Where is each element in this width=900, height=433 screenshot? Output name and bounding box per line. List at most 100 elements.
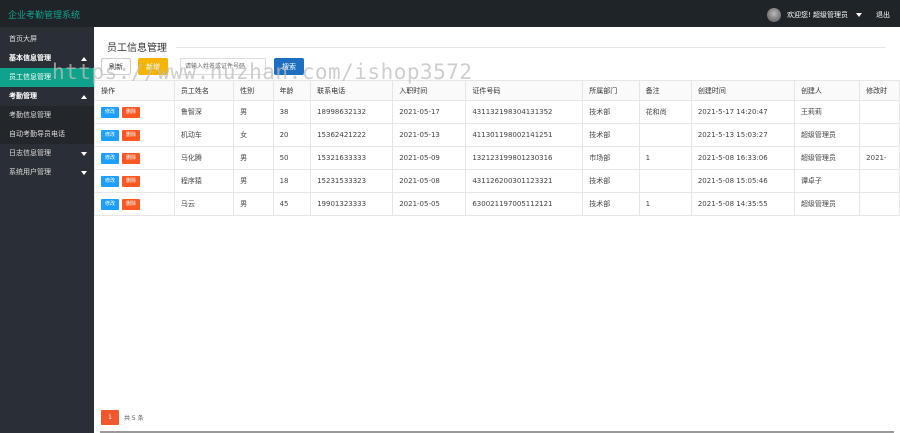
cell-gender: 男	[233, 169, 274, 193]
employee-table: 操作 员工姓名 性别 年龄 联系电话 入职时间 证件号码 所属部门 备注 创建时…	[94, 80, 900, 216]
cell-department: 技术部	[582, 192, 640, 216]
avatar[interactable]	[766, 8, 781, 22]
cell-id-number: 411301198002141251	[465, 123, 584, 147]
table-header-row: 操作 员工姓名 性别 年龄 联系电话 入职时间 证件号码 所属部门 备注 创建时…	[94, 80, 900, 101]
cell-remark: 1	[638, 192, 692, 216]
edit-button[interactable]: 修改	[101, 175, 120, 187]
cell-id-number: 132123199801230316	[465, 146, 584, 170]
chevron-up-icon	[81, 95, 87, 99]
cell-hire-date: 2021-05-08	[392, 169, 467, 193]
cell-gender: 男	[233, 146, 274, 170]
cell-creator: 超级管理员	[793, 146, 861, 170]
search-input[interactable]	[180, 58, 266, 75]
sidebar-item-label[interactable]: 考勤信息管理	[9, 111, 51, 119]
cell-department: 技术部	[582, 123, 640, 147]
cell-created-at: 2021-5-08 14:35:55	[690, 192, 795, 216]
table-row[interactable]: 修改 删除 马化腾 男 50 15321633333 2021-05-09 132…	[94, 146, 900, 170]
cell-hire-date: 2021-05-09	[392, 146, 467, 170]
sidebar-item-attendance-info[interactable]: 考勤信息管理	[0, 106, 94, 125]
page-button-current[interactable]: 1	[101, 410, 119, 425]
edit-button[interactable]: 修改	[101, 152, 120, 164]
delete-button[interactable]: 删除	[122, 129, 141, 141]
delete-button[interactable]: 删除	[122, 152, 141, 164]
cell-remark: 花和尚	[638, 100, 692, 124]
total-count: 共 5 条	[124, 415, 144, 422]
cell-hire-date: 2021-05-17	[392, 100, 467, 124]
user-menu[interactable]: 欢迎您! 超级管理员 退出	[766, 8, 890, 22]
sidebar-item-employee-info[interactable]: 员工信息管理	[0, 68, 94, 87]
table-row[interactable]: 修改 删除 程序猿 男 18 15231533323 2021-05-08 431…	[94, 169, 900, 193]
cell-phone: 19901323333	[310, 192, 394, 216]
cell-gender: 男	[233, 100, 274, 124]
sidebar-item-label[interactable]: 员工信息管理	[9, 73, 51, 81]
sidebar-item-auto-attendance[interactable]: 自动考勤导员电话	[0, 125, 94, 144]
sidebar-item-label[interactable]: 日志信息管理	[9, 149, 51, 157]
cell-age: 18	[272, 169, 312, 193]
column-header[interactable]: 操作	[94, 80, 175, 101]
cell-hire-date: 2021-05-05	[392, 192, 467, 216]
search-button[interactable]: 搜索	[274, 58, 304, 75]
cell-gender: 女	[233, 123, 274, 147]
sidebar-item-label[interactable]: 自动考勤导员电话	[9, 130, 65, 138]
add-button[interactable]: 新增	[138, 58, 168, 75]
sidebar-item-label[interactable]: 基本信息管理	[9, 54, 51, 62]
delete-button[interactable]: 删除	[122, 175, 141, 187]
cell-modified-at	[859, 123, 900, 147]
delete-button[interactable]: 删除	[122, 106, 141, 118]
chevron-down-icon	[81, 171, 87, 175]
cell-phone: 15231533323	[310, 169, 394, 193]
sidebar-group-logs[interactable]: 日志信息管理	[0, 144, 94, 163]
chevron-up-icon	[81, 57, 87, 61]
column-header[interactable]: 创建人	[793, 80, 861, 101]
sidebar: 首页大屏 基本信息管理 员工信息管理 考勤管理 考勤信息管理 自动考勤导员电话 …	[0, 27, 94, 433]
column-header[interactable]: 性别	[233, 80, 274, 101]
top-bar: 企业考勤管理系统 欢迎您! 超级管理员 退出	[0, 0, 900, 27]
edit-button[interactable]: 修改	[101, 106, 120, 118]
cell-created-at: 2021-5-17 14:20:47	[690, 100, 795, 124]
title-divider	[176, 47, 886, 48]
table-row[interactable]: 修改 删除 鲁智深 男 38 18998632132 2021-05-17 431…	[94, 100, 900, 124]
sidebar-group-system-users[interactable]: 系统用户管理	[0, 163, 94, 182]
cell-modified-at: 2021-	[859, 146, 900, 170]
sidebar-item-dashboard[interactable]: 首页大屏	[0, 30, 94, 49]
column-header[interactable]: 员工姓名	[173, 80, 235, 101]
row-actions: 修改 删除	[94, 169, 175, 193]
cell-remark	[638, 123, 692, 147]
column-header[interactable]: 创建时间	[690, 80, 795, 101]
cell-phone: 18998632132	[310, 100, 394, 124]
cell-name: 鲁智深	[173, 100, 235, 124]
sidebar-item-label[interactable]: 考勤管理	[9, 92, 37, 100]
cell-creator: 王莉莉	[793, 100, 861, 124]
chevron-down-icon[interactable]	[856, 13, 862, 17]
cell-name: 马化腾	[173, 146, 235, 170]
column-header[interactable]: 修改时	[859, 80, 900, 101]
cell-department: 技术部	[582, 100, 640, 124]
sidebar-group-basic-info[interactable]: 基本信息管理	[0, 49, 94, 68]
column-header[interactable]: 年龄	[272, 80, 312, 101]
column-header[interactable]: 所属部门	[582, 80, 640, 101]
logout-link[interactable]: 退出	[876, 10, 890, 20]
sidebar-item-label[interactable]: 首页大屏	[9, 35, 37, 43]
cell-name: 程序猿	[173, 169, 235, 193]
row-actions: 修改 删除	[94, 192, 175, 216]
table-row[interactable]: 修改 删除 机动车 女 20 15362421222 2021-05-13 411…	[94, 123, 900, 147]
main-content: 员工信息管理 刷新 新增 搜索 操作 员工姓名 性别 年龄 联系电话 入职时间 …	[94, 27, 900, 433]
welcome-text[interactable]: 欢迎您! 超级管理员	[787, 10, 848, 20]
column-header[interactable]: 联系电话	[310, 80, 394, 101]
chevron-down-icon	[81, 152, 87, 156]
edit-button[interactable]: 修改	[101, 129, 120, 141]
sidebar-group-attendance[interactable]: 考勤管理	[0, 87, 94, 106]
page-title: 员工信息管理	[107, 43, 167, 54]
sidebar-item-label[interactable]: 系统用户管理	[9, 168, 51, 176]
edit-button[interactable]: 修改	[101, 198, 120, 210]
delete-button[interactable]: 删除	[122, 198, 141, 210]
column-header[interactable]: 备注	[638, 80, 692, 101]
cell-department: 技术部	[582, 169, 640, 193]
table-row[interactable]: 修改 删除 马云 男 45 19901323333 2021-05-05 6300…	[94, 192, 900, 216]
cell-id-number: 431132198304131352	[465, 100, 584, 124]
cell-age: 20	[272, 123, 312, 147]
column-header[interactable]: 证件号码	[465, 80, 584, 101]
cell-modified-at	[859, 100, 900, 124]
refresh-button[interactable]: 刷新	[101, 58, 131, 75]
column-header[interactable]: 入职时间	[392, 80, 467, 101]
